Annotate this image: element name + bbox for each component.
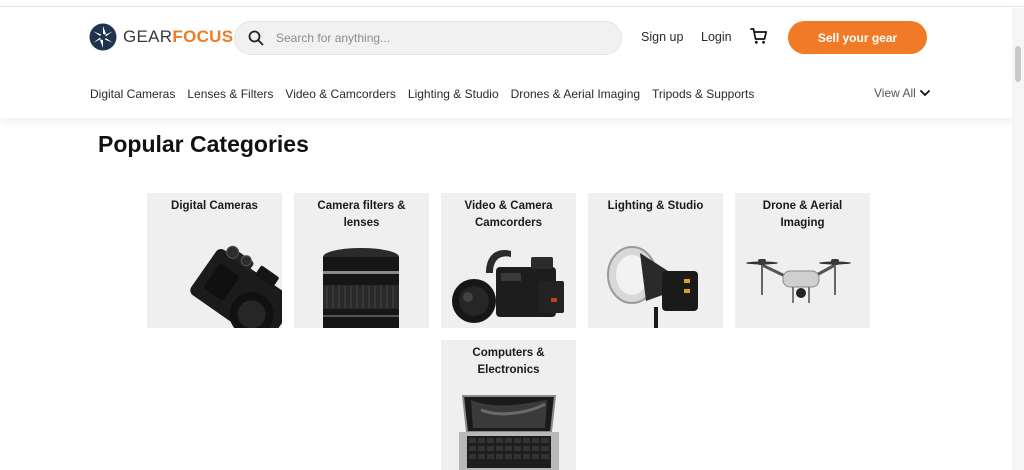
category-card-video-camcorders[interactable]: Video & Camera Camcorders bbox=[441, 193, 576, 328]
card-title: Drone & Aerial Imaging bbox=[762, 200, 843, 229]
category-card-computers-electronics[interactable]: Computers & Electronics bbox=[441, 340, 576, 470]
view-all-label: View All bbox=[874, 86, 916, 100]
card-title: Computers & Electronics bbox=[472, 347, 545, 376]
aperture-logo-icon bbox=[89, 23, 117, 51]
category-card-drone-aerial[interactable]: Drone & Aerial Imaging bbox=[735, 193, 870, 328]
category-card-lighting-studio[interactable]: Lighting & Studio bbox=[588, 193, 723, 328]
nav-item-lenses-filters[interactable]: Lenses & Filters bbox=[187, 87, 273, 101]
nav-item-digital-cameras[interactable]: Digital Cameras bbox=[90, 87, 175, 101]
site-header: GEARFOCUS Sign up Login Sell your gear D… bbox=[0, 8, 1012, 118]
nav-item-drones-aerial[interactable]: Drones & Aerial Imaging bbox=[511, 87, 640, 101]
card-title: Lighting & Studio bbox=[607, 200, 704, 212]
sell-your-gear-button[interactable]: Sell your gear bbox=[788, 21, 927, 54]
chevron-down-icon bbox=[919, 90, 930, 97]
logo[interactable]: GEARFOCUS bbox=[89, 22, 233, 52]
scrollbar-thumb[interactable] bbox=[1015, 46, 1021, 82]
signup-link[interactable]: Sign up bbox=[641, 30, 683, 44]
nav-item-tripods-supports[interactable]: Tripods & Supports bbox=[652, 87, 754, 101]
search-input[interactable] bbox=[276, 31, 596, 45]
card-title: Digital Cameras bbox=[171, 200, 258, 212]
category-card-camera-filters-lenses[interactable]: Camera filters & lenses bbox=[294, 193, 429, 328]
card-title: Video & Camera Camcorders bbox=[464, 200, 553, 229]
cart-icon[interactable] bbox=[750, 27, 768, 45]
category-card-digital-cameras[interactable]: Digital Cameras bbox=[147, 193, 282, 328]
browser-top-edge bbox=[0, 0, 1024, 7]
scrollbar[interactable] bbox=[1012, 8, 1024, 470]
login-link[interactable]: Login bbox=[701, 30, 732, 44]
nav-item-lighting-studio[interactable]: Lighting & Studio bbox=[408, 87, 499, 101]
card-title: Camera filters & lenses bbox=[317, 200, 406, 229]
section-title: Popular Categories bbox=[98, 131, 309, 157]
logo-wordmark: GEARFOCUS bbox=[123, 27, 234, 46]
search-bar[interactable] bbox=[234, 21, 622, 55]
category-nav: Digital Cameras Lenses & Filters Video &… bbox=[90, 87, 766, 101]
nav-item-video-camcorders[interactable]: Video & Camcorders bbox=[285, 87, 396, 101]
search-icon bbox=[248, 30, 264, 46]
view-all-dropdown[interactable]: View All bbox=[874, 86, 930, 100]
